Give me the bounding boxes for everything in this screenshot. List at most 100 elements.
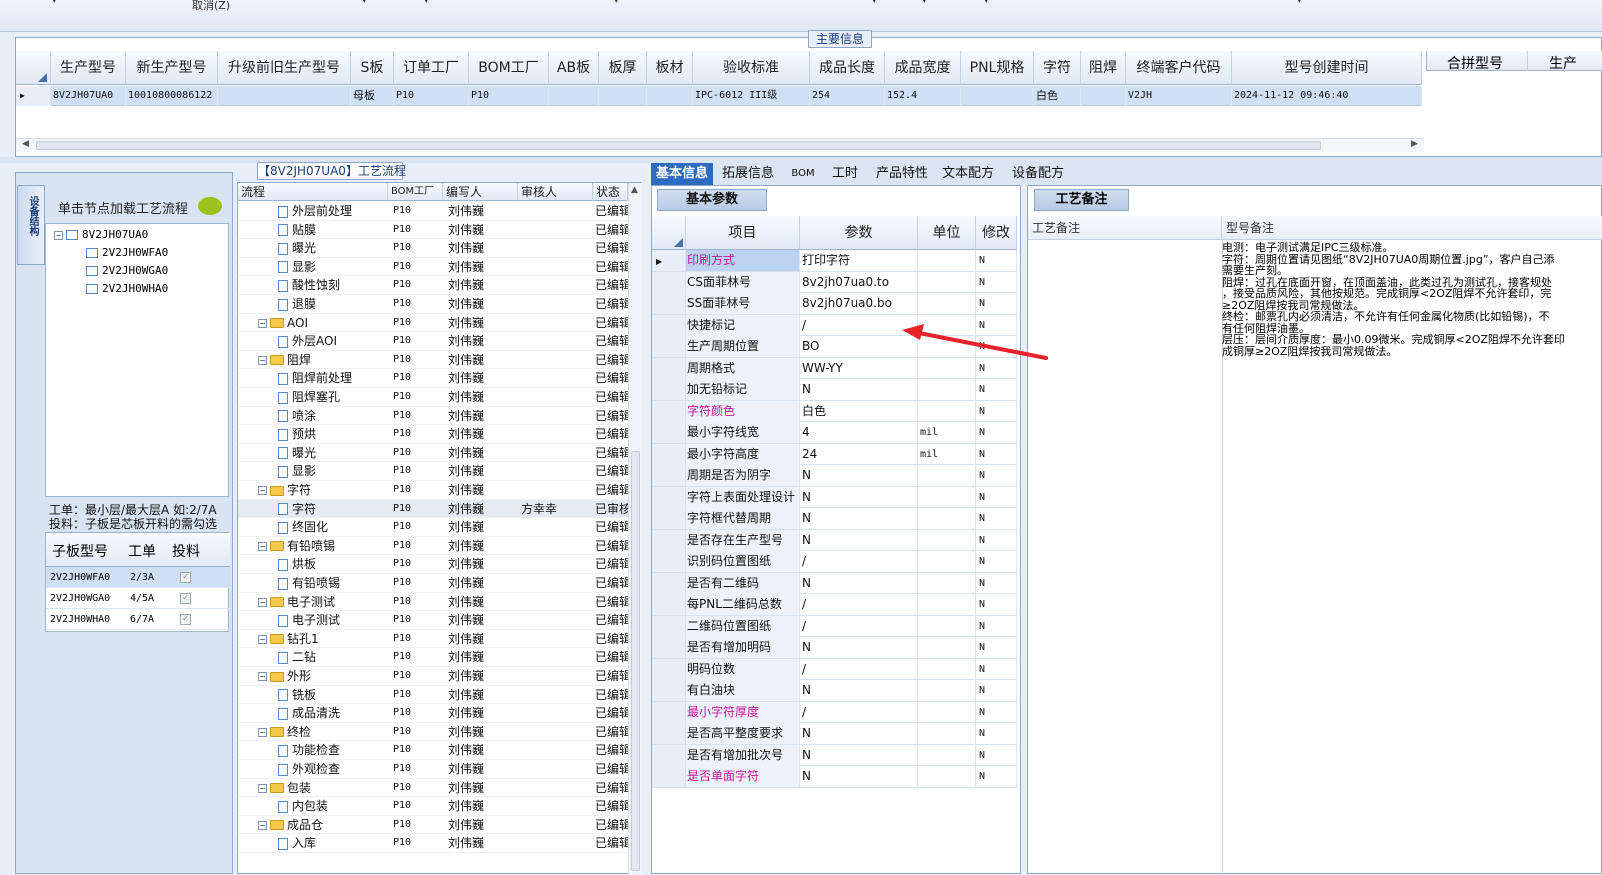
flow-step-row[interactable]: 贴膜 P10 刘伟巍 已编辑 bbox=[238, 221, 628, 240]
cell-width[interactable]: 152.4 bbox=[885, 86, 961, 106]
cell-old-model[interactable] bbox=[218, 86, 351, 106]
flow-step-row[interactable]: 字符 P10 刘伟巍 方幸幸 已审核 bbox=[238, 499, 628, 519]
dropdown-arrow-icon[interactable]: ▾ bbox=[52, 0, 57, 6]
cell-mask[interactable] bbox=[1081, 86, 1126, 106]
flow-step-row[interactable]: 终固化 P10 刘伟巍 已编辑 bbox=[238, 518, 628, 537]
col-header[interactable]: 单位 bbox=[918, 216, 976, 250]
flow-step-row[interactable]: 外层AOI P10 刘伟巍 已编辑 bbox=[238, 332, 628, 351]
collapse-icon[interactable]: − bbox=[258, 783, 267, 793]
flow-step-row[interactable]: 退膜 P10 刘伟巍 已编辑 bbox=[238, 295, 628, 314]
cell-char[interactable]: 白色 bbox=[1034, 86, 1081, 106]
flow-group-row[interactable]: − 成品仓 P10 刘伟巍 已编辑 bbox=[238, 816, 628, 835]
param-row[interactable]: 是否高平整度要求 N N bbox=[652, 723, 1017, 745]
param-row[interactable]: CS面菲林号 8v2jh07ua0.to N bbox=[652, 271, 1017, 293]
param-unit[interactable]: mil bbox=[918, 443, 976, 465]
param-row[interactable]: 是否单面字符 N N bbox=[652, 766, 1017, 788]
flow-step-row[interactable]: 有铅喷锡 P10 刘伟巍 已编辑 bbox=[238, 574, 628, 593]
param-value[interactable]: N bbox=[800, 465, 918, 486]
cell-pnl[interactable] bbox=[961, 86, 1034, 106]
param-unit[interactable] bbox=[918, 465, 976, 486]
col-header[interactable]: S板 bbox=[351, 51, 394, 85]
param-row[interactable]: 字符上表面处理设计 N N bbox=[652, 486, 1017, 508]
col-header[interactable]: BOM工厂 bbox=[469, 51, 549, 85]
param-modified[interactable]: N bbox=[976, 400, 1017, 422]
table-row[interactable]: 2V2JH0WHA0 6/7A ✓ bbox=[46, 609, 230, 630]
dropdown-arrow-icon[interactable]: ▾ bbox=[362, 0, 367, 6]
param-row[interactable]: 是否有增加批次号 N N bbox=[652, 744, 1017, 766]
param-modified[interactable]: N bbox=[976, 379, 1017, 400]
scroll-up-icon[interactable]: ▲ bbox=[631, 185, 638, 195]
collapse-icon[interactable]: − bbox=[258, 318, 267, 328]
param-value[interactable]: / bbox=[800, 594, 918, 615]
param-value[interactable]: N bbox=[800, 529, 918, 551]
param-row[interactable]: ▶ 印刷方式 打印字符 N bbox=[652, 250, 1017, 272]
tab-bom[interactable]: BOM bbox=[785, 163, 821, 185]
param-unit[interactable] bbox=[918, 379, 976, 400]
collapse-icon[interactable]: − bbox=[258, 672, 267, 681]
param-row[interactable]: 字符框代替周期 N N bbox=[652, 508, 1017, 530]
param-value[interactable]: N bbox=[800, 508, 918, 529]
flow-step-row[interactable]: 外观检查 P10 刘伟巍 已编辑 bbox=[238, 760, 628, 779]
dropdown-arrow-icon[interactable]: ▾ bbox=[984, 0, 989, 6]
col-header[interactable]: 工单 bbox=[128, 541, 156, 561]
param-unit[interactable] bbox=[918, 572, 976, 594]
feed-checkbox[interactable]: ✓ bbox=[180, 572, 191, 583]
tree-child[interactable]: 2V2JH0WFA0 bbox=[86, 246, 168, 259]
dropdown-arrow-icon[interactable]: ▾ bbox=[872, 0, 877, 6]
table-row[interactable]: ▶ 8V2JH07UA0 10010800086122 母板 P10 P10 I… bbox=[16, 86, 1422, 106]
flow-step-row[interactable]: 功能检查 P10 刘伟巍 已编辑 bbox=[238, 741, 628, 760]
cell-model[interactable]: 8V2JH07UA0 bbox=[51, 86, 126, 106]
table-row[interactable]: 2V2JH0WFA0 2/3A ✓ bbox=[46, 567, 230, 588]
param-row[interactable]: 最小字符厚度 / N bbox=[652, 701, 1017, 723]
model-note-text[interactable]: 电测：电子测试满足IPC三级标准。 字符：周期位置请见图纸“8V2JH07UA0周… bbox=[1222, 242, 1602, 357]
cell-standard[interactable]: IPC-6012 III级 bbox=[693, 86, 810, 106]
param-unit[interactable] bbox=[918, 551, 976, 572]
cell-ab[interactable] bbox=[549, 86, 599, 106]
param-value[interactable]: 8v2jh07ua0.to bbox=[800, 271, 918, 293]
param-row[interactable]: 是否存在生产型号 N N bbox=[652, 529, 1017, 551]
param-value[interactable]: 打印字符 bbox=[800, 250, 918, 271]
tab-device-recipe[interactable]: 设备配方 bbox=[1007, 163, 1069, 185]
col-header[interactable]: 阻焊 bbox=[1081, 51, 1126, 85]
param-unit[interactable] bbox=[918, 744, 976, 766]
flow-step-row[interactable]: 酸性蚀刻 P10 刘伟巍 已编辑 bbox=[238, 276, 628, 295]
param-value[interactable]: N bbox=[800, 680, 918, 701]
flow-group-row[interactable]: − 电子测试 P10 刘伟巍 已编辑 bbox=[238, 593, 628, 612]
dropdown-arrow-icon[interactable]: ▾ bbox=[922, 0, 927, 6]
col-header[interactable]: 终端客户代码 bbox=[1126, 51, 1232, 85]
collapse-icon[interactable]: − bbox=[258, 634, 267, 644]
tab-text-recipe[interactable]: 文本配方 bbox=[939, 163, 997, 185]
flow-group-row[interactable]: − 外形 P10 刘伟巍 已编辑 bbox=[238, 667, 628, 686]
cell-customer-code[interactable]: V2JH bbox=[1126, 86, 1232, 106]
param-value[interactable]: / bbox=[800, 551, 918, 572]
scroll-thumb[interactable] bbox=[36, 141, 1321, 150]
param-modified[interactable]: N bbox=[976, 594, 1017, 615]
cell-material[interactable] bbox=[647, 86, 693, 106]
param-unit[interactable] bbox=[918, 529, 976, 551]
param-value[interactable]: 8v2jh07ua0.bo bbox=[800, 293, 918, 314]
col-header[interactable]: 板厚 bbox=[599, 51, 647, 85]
collapse-icon[interactable]: − bbox=[258, 727, 267, 737]
flow-group-row[interactable]: − AOI P10 刘伟巍 已编辑 bbox=[238, 314, 628, 333]
col-header[interactable]: PNL规格 bbox=[961, 51, 1034, 85]
feed-checkbox[interactable]: ✓ bbox=[180, 593, 191, 604]
cell-thickness[interactable] bbox=[599, 86, 647, 106]
param-modified[interactable]: N bbox=[976, 465, 1017, 486]
param-unit[interactable] bbox=[918, 508, 976, 529]
cell-created[interactable]: 2024-11-12 09:46:40 bbox=[1232, 86, 1422, 106]
cancel-button[interactable]: 取消(Z) bbox=[192, 0, 230, 13]
cell-length[interactable]: 254 bbox=[810, 86, 885, 106]
dropdown-arrow-icon[interactable]: ▾ bbox=[614, 0, 619, 6]
col-header[interactable]: 成品宽度 bbox=[885, 51, 961, 85]
flow-step-row[interactable]: 外层前处理 P10 刘伟巍 已编辑 bbox=[238, 202, 628, 221]
param-modified[interactable]: N bbox=[976, 701, 1017, 723]
param-modified[interactable]: N bbox=[976, 744, 1017, 766]
col-header[interactable]: 审核人 bbox=[518, 183, 593, 201]
dropdown-arrow-icon[interactable]: ▾ bbox=[1297, 0, 1302, 6]
flow-step-row[interactable]: 成品清洗 P10 刘伟巍 已编辑 bbox=[238, 704, 628, 723]
flow-step-row[interactable]: 电子测试 P10 刘伟巍 已编辑 bbox=[238, 611, 628, 630]
table-row[interactable]: 2V2JH0WGA0 4/5A ✓ bbox=[46, 588, 230, 609]
col-header[interactable]: 项目 bbox=[686, 216, 800, 250]
cell-bom-factory[interactable]: P10 bbox=[469, 86, 549, 106]
col-header[interactable]: 合拼型号 bbox=[1447, 53, 1503, 73]
